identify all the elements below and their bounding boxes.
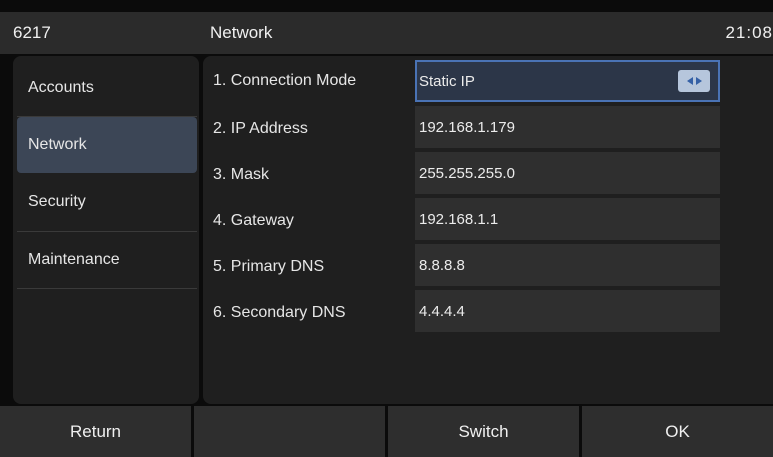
sidebar-item-security[interactable]: Security	[17, 174, 197, 230]
divider	[17, 288, 197, 289]
sidebar-item-network[interactable]: Network	[17, 117, 197, 173]
phone-screen: 6217 Network 21:08 Accounts Network Secu…	[0, 0, 773, 457]
secondary-dns-field[interactable]: 4.4.4.4	[415, 290, 720, 332]
secondary-dns-value: 4.4.4.4	[419, 302, 465, 320]
secondary-dns-label: 6. Secondary DNS	[213, 304, 346, 321]
mask-label: 3. Mask	[213, 166, 270, 183]
gateway-field[interactable]: 192.168.1.1	[415, 198, 720, 240]
sidebar-item-label: Accounts	[28, 79, 94, 96]
status-bar: 6217 Network 21:08	[0, 12, 773, 54]
ip-address-label: 2. IP Address	[213, 120, 308, 137]
primary-dns-label: 5. Primary DNS	[213, 258, 325, 275]
mask-field[interactable]: 255.255.255.0	[415, 152, 720, 194]
sidebar-item-label: Maintenance	[28, 251, 120, 268]
page-title: Network	[210, 23, 273, 42]
empty-softkey[interactable]	[194, 406, 385, 457]
clock: 21:08	[725, 23, 773, 42]
sidebar-item-accounts[interactable]: Accounts	[17, 60, 197, 116]
softkey-bar: Return Switch OK	[0, 406, 773, 457]
left-right-arrows-icon[interactable]	[678, 70, 710, 92]
connection-mode-label: 1. Connection Mode	[213, 72, 357, 89]
ok-button[interactable]: OK	[582, 406, 773, 457]
mask-value: 255.255.255.0	[419, 164, 515, 182]
sidebar-item-label: Security	[28, 193, 86, 210]
connection-mode-value: Static IP	[419, 72, 475, 90]
sidebar-item-maintenance[interactable]: Maintenance	[17, 232, 197, 288]
sidebar: Accounts Network Security Maintenance	[13, 56, 199, 404]
primary-dns-field[interactable]: 8.8.8.8	[415, 244, 720, 286]
switch-button[interactable]: Switch	[388, 406, 579, 457]
gateway-label: 4. Gateway	[213, 212, 294, 229]
ip-address-value: 192.168.1.179	[419, 118, 515, 136]
return-button[interactable]: Return	[0, 406, 191, 457]
connection-mode-select[interactable]: Static IP	[415, 60, 720, 102]
sidebar-item-label: Network	[28, 136, 87, 153]
primary-dns-value: 8.8.8.8	[419, 256, 465, 274]
gateway-value: 192.168.1.1	[419, 210, 499, 228]
ip-address-field[interactable]: 192.168.1.179	[415, 106, 720, 148]
model-label: 6217	[13, 23, 51, 42]
